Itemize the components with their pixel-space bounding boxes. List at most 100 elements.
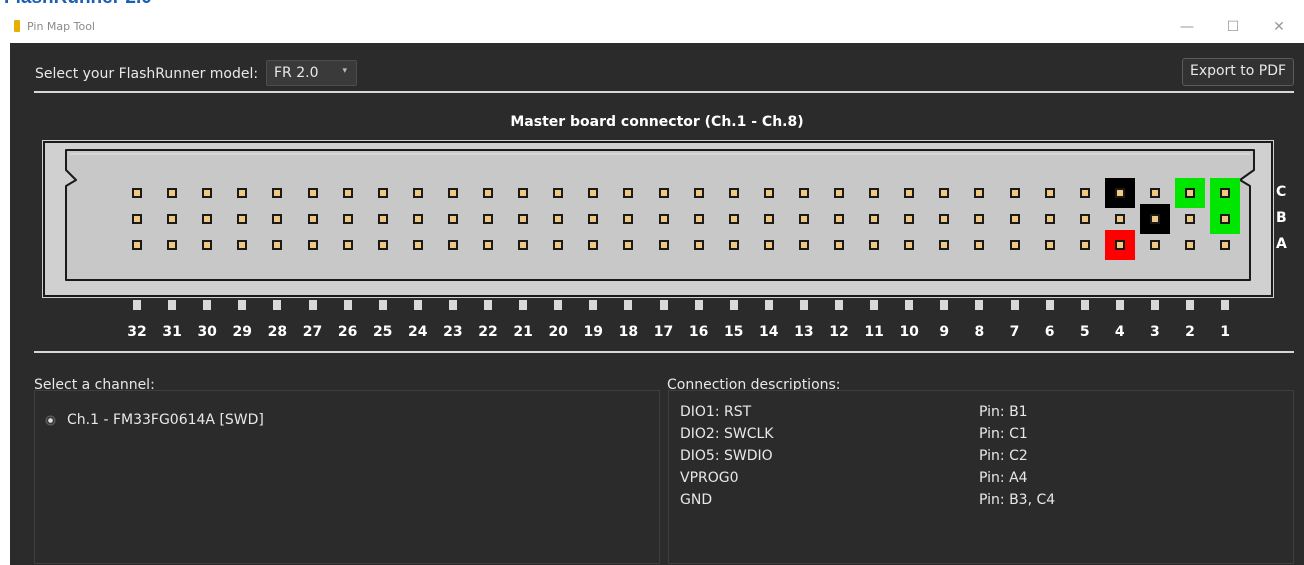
pin-leg (905, 300, 914, 310)
pin-b11 (869, 214, 880, 224)
pin-leg (168, 300, 177, 310)
pin-leg (554, 300, 563, 310)
pin-b28 (272, 214, 283, 224)
pin-a23 (447, 240, 458, 250)
column-number-18: 18 (618, 324, 639, 340)
column-number-6: 6 (1044, 324, 1055, 340)
pin-a10 (904, 240, 915, 250)
middle-divider (34, 351, 1294, 353)
pin-a16 (693, 240, 704, 250)
pin-leg (484, 300, 492, 310)
column-number-20: 20 (548, 324, 568, 340)
pin-c11 (869, 188, 880, 198)
pin-a7 (1009, 240, 1020, 250)
pin-b12 (834, 214, 844, 224)
column-number-9: 9 (939, 324, 950, 340)
pin-c31 (167, 188, 178, 198)
pin-c23 (447, 188, 458, 198)
pin-b22 (483, 214, 493, 224)
pin-b21 (518, 214, 529, 224)
app-icon (14, 20, 20, 32)
pin-leg (835, 300, 843, 310)
pin-map-window: Pin Map Tool — ☐ ✕ Select your FlashRunn… (10, 10, 1304, 565)
pin-c27 (307, 188, 318, 198)
pin-a1 (1220, 240, 1231, 250)
pin-leg (343, 300, 352, 310)
pin-b9 (939, 214, 950, 224)
description-signal: GND (680, 492, 713, 508)
pin-a29 (237, 240, 248, 250)
pin-c10 (904, 188, 915, 198)
close-icon[interactable]: ✕ (1256, 14, 1302, 40)
export-pdf-button[interactable]: Export to PDF (1182, 58, 1294, 86)
column-number-26: 26 (337, 324, 358, 340)
pin-c20 (553, 188, 564, 198)
maximize-icon[interactable]: ☐ (1210, 14, 1256, 40)
pin-b7 (1009, 214, 1020, 224)
title-bar[interactable]: Pin Map Tool — ☐ ✕ (10, 10, 1304, 43)
pin-a18 (623, 240, 634, 250)
column-number-15: 15 (723, 324, 744, 340)
pin-b24 (412, 214, 423, 224)
pin-leg (1221, 300, 1230, 310)
pin-c32 (132, 188, 142, 198)
channel-list-panel: Ch.1 - FM33FG0614A [SWD] (34, 390, 660, 564)
pin-c22 (483, 188, 493, 198)
minimize-icon[interactable]: — (1164, 14, 1210, 40)
pin-a30 (202, 240, 213, 250)
pin-leg (378, 300, 387, 310)
pin-a11 (869, 240, 880, 250)
pin-c1 (1220, 188, 1231, 198)
description-signal: DIO5: SWDIO (680, 448, 773, 464)
row-label-c: C (1276, 184, 1287, 200)
pin-a25 (377, 240, 388, 250)
pin-a2 (1185, 240, 1195, 250)
column-number-21: 21 (513, 324, 533, 340)
pin-a17 (658, 240, 669, 250)
pin-a15 (728, 240, 739, 250)
pin-c18 (623, 188, 634, 198)
pin-c25 (377, 188, 388, 198)
pin-b16 (693, 214, 704, 224)
connector-diagram (42, 140, 1274, 298)
window-title: Pin Map Tool (27, 20, 95, 33)
column-number-27: 27 (302, 324, 323, 340)
pin-a6 (1044, 240, 1055, 250)
pin-c4 (1114, 188, 1125, 198)
column-number-32: 32 (127, 324, 147, 340)
pin-c16 (693, 188, 704, 198)
column-number-28: 28 (267, 324, 288, 340)
pin-a5 (1079, 240, 1090, 250)
pin-a31 (167, 240, 178, 250)
row-label-a: A (1276, 236, 1287, 252)
description-pin: Pin: C2 (979, 448, 1028, 464)
pin-leg (519, 300, 528, 310)
column-number-23: 23 (443, 324, 463, 340)
row-label-b: B (1276, 210, 1287, 226)
pin-a32 (132, 240, 142, 250)
column-number-5: 5 (1079, 324, 1090, 340)
pin-leg (1080, 300, 1089, 310)
description-pin: Pin: B1 (979, 404, 1028, 420)
pin-leg (870, 300, 879, 310)
pin-c17 (658, 188, 669, 198)
pin-b8 (974, 214, 985, 224)
column-number-25: 25 (372, 324, 393, 340)
pin-b29 (237, 214, 248, 224)
pin-b27 (307, 214, 318, 224)
model-dropdown[interactable]: FR 2.0 ▾ (266, 60, 357, 86)
channel-item-label[interactable]: Ch.1 - FM33FG0614A [SWD] (67, 412, 264, 428)
column-number-1: 1 (1220, 324, 1230, 340)
pin-b2 (1185, 214, 1195, 224)
pin-leg (799, 300, 808, 310)
pin-c7 (1009, 188, 1020, 198)
radio-selected-icon[interactable] (45, 415, 56, 426)
connector-title: Master board connector (Ch.1 - Ch.8) (510, 114, 804, 130)
pin-leg (729, 300, 738, 310)
pin-leg (940, 300, 949, 310)
pin-a24 (412, 240, 423, 250)
pin-leg (308, 300, 317, 310)
pin-a27 (307, 240, 318, 250)
pin-leg (1150, 300, 1159, 310)
column-number-3: 3 (1150, 324, 1160, 340)
